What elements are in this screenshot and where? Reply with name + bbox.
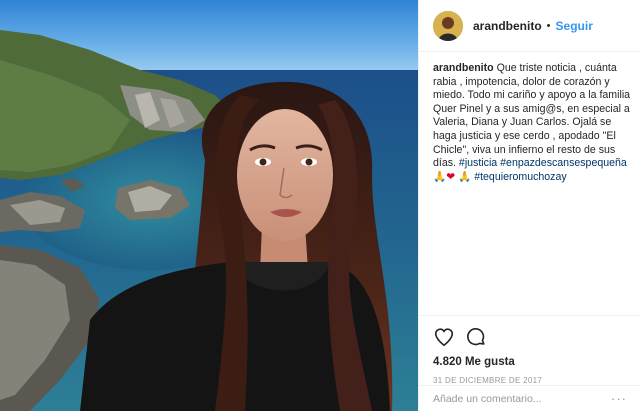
comment-input[interactable]	[433, 392, 603, 405]
avatar-image	[433, 10, 463, 41]
post-date: 31 DE DICIEMBRE DE 2017	[433, 376, 543, 385]
follow-button[interactable]: Seguir	[556, 19, 593, 33]
header-separator: •	[546, 19, 551, 32]
comment-icon[interactable]	[465, 326, 487, 348]
post-side-panel: arandbenito • Seguir arandbenito Que tri…	[418, 0, 640, 411]
action-icons	[433, 326, 627, 348]
post-photo[interactable]	[0, 0, 418, 411]
instagram-post: arandbenito • Seguir arandbenito Que tri…	[0, 0, 640, 411]
post-header: arandbenito • Seguir	[419, 0, 640, 52]
more-options-icon[interactable]: ···	[611, 391, 627, 406]
photo-illustration	[0, 0, 418, 411]
likes-count[interactable]: 4.820 Me gusta	[433, 356, 627, 368]
hashtag-enpazdescansespequena[interactable]: #enpazdescansespequeña	[500, 157, 627, 169]
header-username[interactable]: arandbenito	[473, 19, 542, 33]
caption-username[interactable]: arandbenito	[433, 62, 494, 74]
heart-icon[interactable]	[433, 326, 455, 348]
praying-hands-emoji: 🙏	[433, 170, 447, 183]
comment-bar: ···	[419, 385, 640, 411]
post-caption: arandbenito Que triste noticia , cuánta …	[433, 62, 633, 184]
caption-text: Que triste noticia , cuánta rabia , impo…	[433, 62, 631, 170]
profile-avatar[interactable]	[433, 10, 463, 41]
post-actions: 4.820 Me gusta 31 DE DICIEMBRE DE 2017	[419, 315, 640, 385]
red-heart-emoji: ❤	[446, 170, 456, 183]
hashtag-tequieromuchozay[interactable]: #tequieromuchozay	[474, 171, 566, 183]
praying-hands-emoji-2: 🙏	[458, 170, 472, 183]
hashtag-justicia[interactable]: #justicia	[459, 157, 497, 169]
